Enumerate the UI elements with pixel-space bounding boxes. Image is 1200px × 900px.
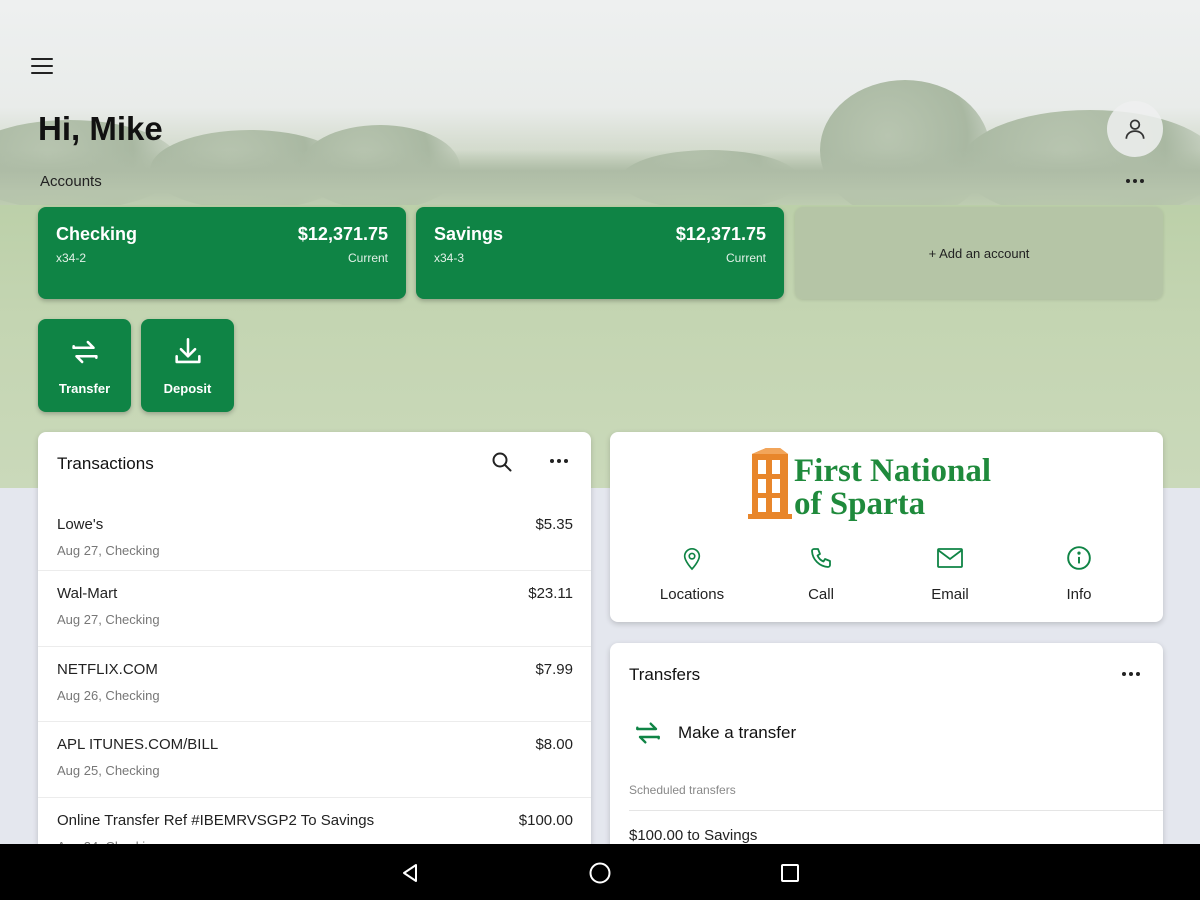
search-icon[interactable] xyxy=(490,450,514,479)
transactions-title: Transactions xyxy=(57,454,154,473)
account-number: x34-3 xyxy=(434,251,465,265)
transaction-amount: $23.11 xyxy=(528,585,573,602)
account-balance: $12,371.75 xyxy=(675,224,766,244)
email-icon xyxy=(937,548,963,568)
transaction-merchant: Wal-Mart xyxy=(57,585,118,602)
transaction-meta: Aug 27, Checking xyxy=(57,612,160,627)
deposit-icon xyxy=(174,337,201,364)
transfer-button[interactable]: Transfer xyxy=(38,319,131,412)
menu-icon[interactable] xyxy=(30,56,54,76)
account-balance: $12,371.75 xyxy=(297,224,388,244)
transfer-label: Transfer xyxy=(58,381,111,396)
locations-button[interactable]: Locations xyxy=(637,544,747,603)
building-emblem-icon xyxy=(748,448,792,519)
bank-name-line1: First National xyxy=(794,453,991,489)
transfers-more-icon[interactable] xyxy=(1118,667,1144,681)
back-icon[interactable] xyxy=(397,860,423,886)
location-pin-icon xyxy=(683,548,701,571)
divider xyxy=(629,810,1163,811)
transactions-more-icon[interactable] xyxy=(546,454,572,468)
account-name: Checking xyxy=(56,224,138,244)
make-transfer-label: Make a transfer xyxy=(678,723,797,742)
table-row[interactable]: APL ITUNES.COM/BILL Aug 25, Checking $8.… xyxy=(38,721,591,796)
transaction-amount: $7.99 xyxy=(535,661,573,678)
call-button[interactable]: Call xyxy=(766,544,876,603)
transfers-title: Transfers xyxy=(629,665,701,684)
greeting: Hi, Mike xyxy=(38,110,163,147)
transaction-meta: Aug 25, Checking xyxy=(57,763,160,778)
accounts-label: Accounts xyxy=(40,173,102,190)
table-row[interactable]: NETFLIX.COM Aug 26, Checking $7.99 xyxy=(38,646,591,721)
transaction-amount: $5.35 xyxy=(535,516,573,533)
table-row[interactable]: Wal-Mart Aug 27, Checking $23.11 xyxy=(38,570,591,645)
info-label: Info xyxy=(1066,586,1092,603)
account-number: x34-2 xyxy=(56,251,87,265)
deposit-label: Deposit xyxy=(163,381,212,396)
transfer-icon xyxy=(636,722,660,744)
add-account-button[interactable]: + Add an account xyxy=(795,207,1163,299)
home-icon[interactable] xyxy=(587,860,613,886)
system-navigation-bar xyxy=(0,844,1200,900)
balance-type: Current xyxy=(725,251,766,265)
recents-icon[interactable] xyxy=(777,860,803,886)
account-card-savings[interactable]: Savings x34-3 $12,371.75 Current xyxy=(416,207,784,299)
profile-button[interactable] xyxy=(1107,101,1163,157)
bank-panel: First National of Sparta Locations Call … xyxy=(610,432,1163,622)
deposit-button[interactable]: Deposit xyxy=(141,319,234,412)
call-label: Call xyxy=(808,586,834,603)
bank-name-line2: of Sparta xyxy=(794,486,925,522)
transaction-merchant: NETFLIX.COM xyxy=(57,661,158,678)
transaction-merchant: APL ITUNES.COM/BILL xyxy=(57,736,219,753)
transactions-panel: Transactions Lowe's Aug 27, Checking $5.… xyxy=(38,432,591,862)
email-label: Email xyxy=(931,586,969,603)
bank-logo: First National of Sparta xyxy=(748,448,991,522)
accounts-more-icon[interactable] xyxy=(1120,170,1150,192)
user-icon xyxy=(1125,119,1145,139)
scheduled-transfer-item[interactable]: $100.00 to Savings xyxy=(629,827,757,844)
balance-type: Current xyxy=(347,251,388,265)
make-transfer-button[interactable]: Make a transfer xyxy=(632,717,796,749)
transaction-meta: Aug 26, Checking xyxy=(57,688,160,703)
info-button[interactable]: Info xyxy=(1024,544,1134,603)
account-card-checking[interactable]: Checking x34-2 $12,371.75 Current xyxy=(38,207,406,299)
transaction-amount: $100.00 xyxy=(518,812,573,829)
phone-icon xyxy=(811,548,831,568)
email-button[interactable]: Email xyxy=(895,544,1005,603)
transaction-amount: $8.00 xyxy=(535,736,573,753)
scheduled-transfers-label: Scheduled transfers xyxy=(629,783,736,797)
transfer-icon xyxy=(71,340,98,364)
account-name: Savings xyxy=(434,224,504,244)
info-icon xyxy=(1067,546,1091,570)
locations-label: Locations xyxy=(659,586,725,603)
transfers-panel: Transfers Make a transfer Scheduled tran… xyxy=(610,643,1163,863)
transaction-merchant: Online Transfer Ref #IBEMRVSGP2 To Savin… xyxy=(57,812,375,829)
transaction-meta: Aug 27, Checking xyxy=(57,543,160,558)
transaction-merchant: Lowe's xyxy=(57,516,104,533)
table-row[interactable]: Lowe's Aug 27, Checking $5.35 xyxy=(38,502,591,577)
